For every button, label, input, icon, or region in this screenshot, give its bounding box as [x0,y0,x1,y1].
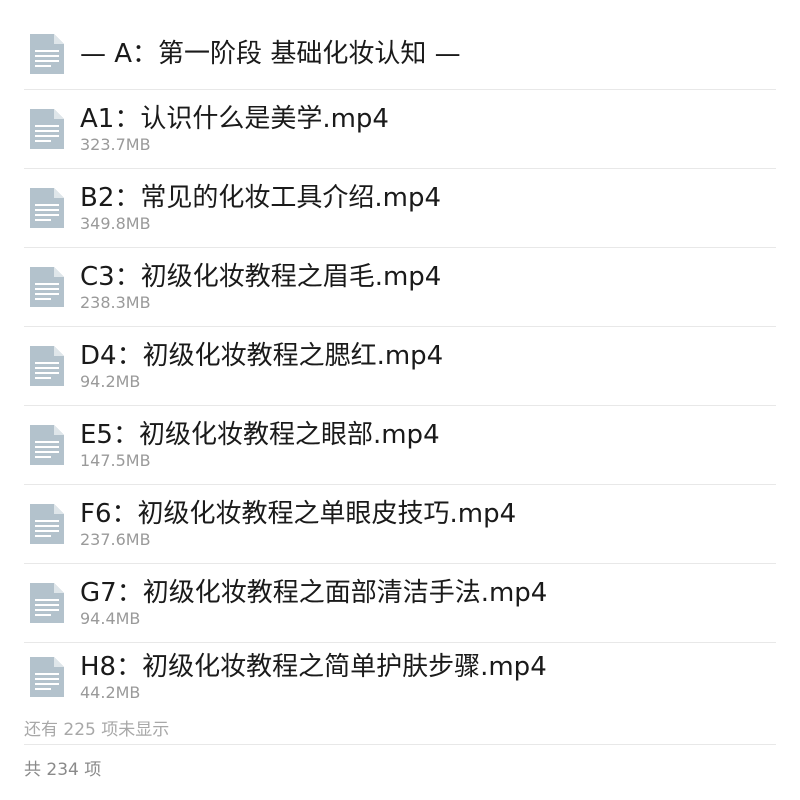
document-icon [30,346,64,386]
file-row[interactable]: H8：初级化妆教程之简单护肤步骤.mp4 44.2MB [24,643,776,711]
file-text: A1：认识什么是美学.mp4 323.7MB [80,103,389,155]
file-row[interactable]: F6：初级化妆教程之单眼皮技巧.mp4 237.6MB [24,485,776,564]
file-row[interactable]: C3：初级化妆教程之眉毛.mp4 238.3MB [24,248,776,327]
footer-divider [24,744,776,745]
file-size: 147.5MB [80,451,151,470]
file-size: 44.2MB [80,683,141,702]
file-name: H8：初级化妆教程之简单护肤步骤.mp4 [80,652,547,682]
file-size: 94.4MB [80,609,141,628]
file-text: C3：初级化妆教程之眉毛.mp4 238.3MB [80,261,441,313]
document-icon [30,657,64,697]
file-text: G7：初级化妆教程之面部清洁手法.mp4 94.4MB [80,577,547,629]
file-list: — A：第一阶段 基础化妆认知 — A1：认识什么是美学.mp4 323.7MB… [24,19,776,711]
file-name: E5：初级化妆教程之眼部.mp4 [80,420,440,450]
section-title: — A：第一阶段 基础化妆认知 — [80,39,461,69]
section-header[interactable]: — A：第一阶段 基础化妆认知 — [24,19,776,90]
document-icon [30,583,64,623]
file-size: 323.7MB [80,135,151,154]
file-text: B2：常见的化妆工具介绍.mp4 349.8MB [80,182,441,234]
file-size: 238.3MB [80,293,151,312]
document-icon [30,34,64,74]
file-row[interactable]: E5：初级化妆教程之眼部.mp4 147.5MB [24,406,776,485]
file-name: B2：常见的化妆工具介绍.mp4 [80,183,442,213]
file-row[interactable]: B2：常见的化妆工具介绍.mp4 349.8MB [24,169,776,248]
file-row[interactable]: A1：认识什么是美学.mp4 323.7MB [24,90,776,169]
file-text: H8：初级化妆教程之简单护肤步骤.mp4 44.2MB [80,651,547,703]
file-row[interactable]: D4：初级化妆教程之腮红.mp4 94.2MB [24,327,776,406]
document-icon [30,425,64,465]
hidden-items-note: 还有 225 项未显示 [24,720,170,740]
document-icon [30,267,64,307]
file-size: 94.2MB [80,372,141,391]
file-name: G7：初级化妆教程之面部清洁手法.mp4 [80,578,548,608]
document-icon [30,504,64,544]
file-name: D4：初级化妆教程之腮红.mp4 [80,341,444,371]
section-text: — A：第一阶段 基础化妆认知 — [80,38,461,70]
file-name: A1：认识什么是美学.mp4 [80,104,389,134]
file-name: C3：初级化妆教程之眉毛.mp4 [80,262,442,292]
document-icon [30,188,64,228]
file-size: 237.6MB [80,530,151,549]
file-text: F6：初级化妆教程之单眼皮技巧.mp4 237.6MB [80,498,516,550]
file-text: D4：初级化妆教程之腮红.mp4 94.2MB [80,340,443,392]
file-name: F6：初级化妆教程之单眼皮技巧.mp4 [80,499,517,529]
document-icon [30,109,64,149]
file-text: E5：初级化妆教程之眼部.mp4 147.5MB [80,419,440,471]
total-count: 共 234 项 [24,760,102,780]
file-size: 349.8MB [80,214,151,233]
file-row[interactable]: G7：初级化妆教程之面部清洁手法.mp4 94.4MB [24,564,776,643]
